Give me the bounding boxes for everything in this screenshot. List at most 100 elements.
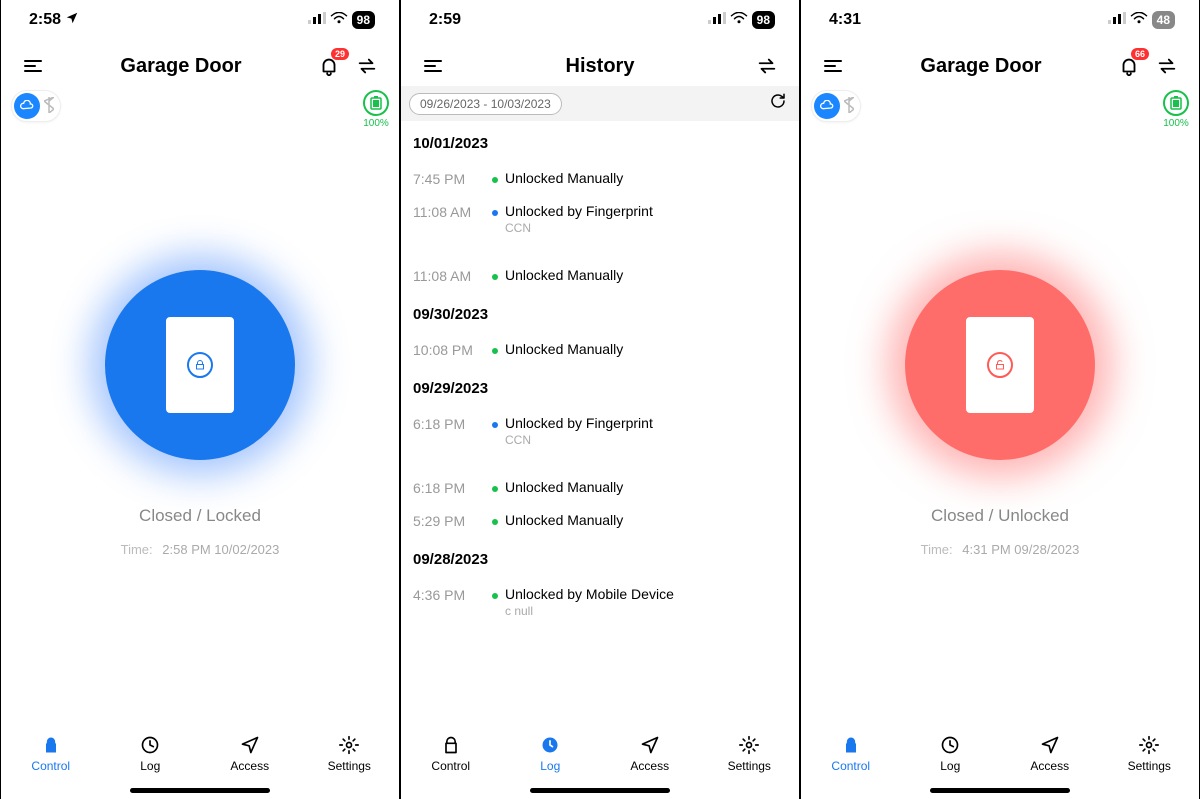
log-entry-subtext: CCN <box>505 433 653 447</box>
log-date-header: 09/28/2023 <box>401 537 799 578</box>
log-entry-time: 7:45 PM <box>413 170 485 187</box>
cloud-icon <box>14 93 40 119</box>
status-battery: 98 <box>752 11 775 29</box>
log-entry-time: 11:08 AM <box>413 267 485 284</box>
notifications-badge: 66 <box>1131 48 1149 60</box>
cellular-signal-icon <box>308 11 326 29</box>
log-entry-time: 6:18 PM <box>413 415 485 432</box>
cellular-signal-icon <box>708 11 726 29</box>
status-time: 2:59 <box>429 11 461 29</box>
log-entry[interactable]: 7:45 PMUnlocked Manually <box>401 162 799 195</box>
tab-control[interactable]: Control <box>811 733 891 773</box>
filter-bar: 09/26/2023 - 10/03/2023 <box>401 86 799 121</box>
status-bar: 2:59 98 <box>401 0 799 40</box>
log-entry-time: 6:18 PM <box>413 479 485 496</box>
screen-history: 2:59 98 History 09/26/2023 - 10/03/2023 … <box>400 0 800 799</box>
door-icon <box>966 317 1034 413</box>
battery-icon <box>1163 90 1189 116</box>
wifi-icon <box>330 11 348 29</box>
tab-access[interactable]: Access <box>610 733 690 773</box>
log-entry[interactable]: 10:08 PMUnlocked Manually <box>401 333 799 366</box>
home-indicator[interactable] <box>930 788 1070 793</box>
menu-icon[interactable] <box>419 52 447 80</box>
status-dot-icon <box>492 422 498 428</box>
log-entry[interactable]: 5:29 PMUnlocked Manually <box>401 504 799 537</box>
paper-plane-icon <box>1038 733 1062 757</box>
status-bar: 4:31 48 <box>801 0 1199 40</box>
status-timestamp: Time: 4:31 PM 09/28/2023 <box>921 542 1080 557</box>
device-battery: 100% <box>1163 90 1189 129</box>
swap-icon[interactable] <box>353 52 381 80</box>
app-header: History <box>401 46 799 86</box>
history-log[interactable]: 10/01/20237:45 PMUnlocked Manually11:08 … <box>401 121 799 727</box>
refresh-button[interactable] <box>769 92 787 115</box>
status-battery: 98 <box>352 11 375 29</box>
page-title: Garage Door <box>847 55 1115 78</box>
paper-plane-icon <box>638 733 662 757</box>
lock-toggle-button[interactable] <box>905 270 1095 460</box>
gear-icon <box>1137 733 1161 757</box>
tab-control[interactable]: Control <box>11 733 91 773</box>
tab-settings[interactable]: Settings <box>709 733 789 773</box>
menu-icon[interactable] <box>819 52 847 80</box>
notifications-button[interactable]: 66 <box>1115 52 1143 80</box>
connection-chip[interactable] <box>11 90 61 122</box>
tab-settings[interactable]: Settings <box>309 733 389 773</box>
lock-toggle-button[interactable] <box>105 270 295 460</box>
lock-outline-icon <box>439 733 463 757</box>
status-dot-icon <box>492 210 498 216</box>
lock-status-text: Closed / Locked <box>139 506 261 526</box>
tab-log[interactable]: Log <box>110 733 190 773</box>
status-battery: 48 <box>1152 11 1175 29</box>
gear-icon <box>737 733 761 757</box>
tab-settings[interactable]: Settings <box>1109 733 1189 773</box>
notifications-button[interactable]: 29 <box>315 52 343 80</box>
screen-control-locked: 2:58 98 Garage Door <box>0 0 400 799</box>
battery-percent: 100% <box>1163 118 1189 129</box>
log-entry-time: 11:08 AM <box>413 203 485 220</box>
lock-icon <box>187 352 213 378</box>
cloud-icon <box>814 93 840 119</box>
swap-icon[interactable] <box>1153 52 1181 80</box>
log-entry[interactable]: 4:36 PMUnlocked by Mobile Devicec null <box>401 578 799 642</box>
tab-access[interactable]: Access <box>210 733 290 773</box>
date-range-chip[interactable]: 09/26/2023 - 10/03/2023 <box>409 93 562 115</box>
clock-icon <box>138 733 162 757</box>
menu-icon[interactable] <box>19 52 47 80</box>
lock-filled-icon <box>39 733 63 757</box>
tab-log[interactable]: Log <box>910 733 990 773</box>
status-dot-icon <box>492 348 498 354</box>
log-entry[interactable]: 11:08 AMUnlocked by FingerprintCCN <box>401 195 799 259</box>
status-dot-icon <box>492 486 498 492</box>
door-icon <box>166 317 234 413</box>
log-entry-time: 10:08 PM <box>413 341 485 358</box>
log-entry[interactable]: 11:08 AM Unlocked Manually <box>401 259 799 292</box>
device-battery: 100% <box>363 90 389 129</box>
log-entry-subtext: CCN <box>505 221 653 235</box>
bluetooth-icon <box>844 97 854 116</box>
tab-access[interactable]: Access <box>1010 733 1090 773</box>
clock-icon <box>938 733 962 757</box>
gear-icon <box>337 733 361 757</box>
log-entry-text: Unlocked Manually <box>505 512 623 528</box>
status-bar: 2:58 98 <box>1 0 399 40</box>
notifications-badge: 29 <box>331 48 349 60</box>
unlock-icon <box>987 352 1013 378</box>
status-time: 4:31 <box>829 11 861 29</box>
log-entry[interactable]: 6:18 PMUnlocked Manually <box>401 471 799 504</box>
connection-chip[interactable] <box>811 90 861 122</box>
page-title: History <box>447 55 753 78</box>
log-date-header: 10/01/2023 <box>401 121 799 162</box>
log-entry-time: 4:36 PM <box>413 586 485 603</box>
cellular-signal-icon <box>1108 11 1126 29</box>
lock-filled-icon <box>839 733 863 757</box>
tab-control[interactable]: Control <box>411 733 491 773</box>
home-indicator[interactable] <box>530 788 670 793</box>
log-entry-subtext: c null <box>505 604 674 618</box>
log-entry[interactable]: 6:18 PMUnlocked by FingerprintCCN <box>401 407 799 471</box>
log-entry-text: Unlocked Manually <box>505 267 623 283</box>
wifi-icon <box>1130 11 1148 29</box>
home-indicator[interactable] <box>130 788 270 793</box>
swap-icon[interactable] <box>753 52 781 80</box>
tab-log[interactable]: Log <box>510 733 590 773</box>
